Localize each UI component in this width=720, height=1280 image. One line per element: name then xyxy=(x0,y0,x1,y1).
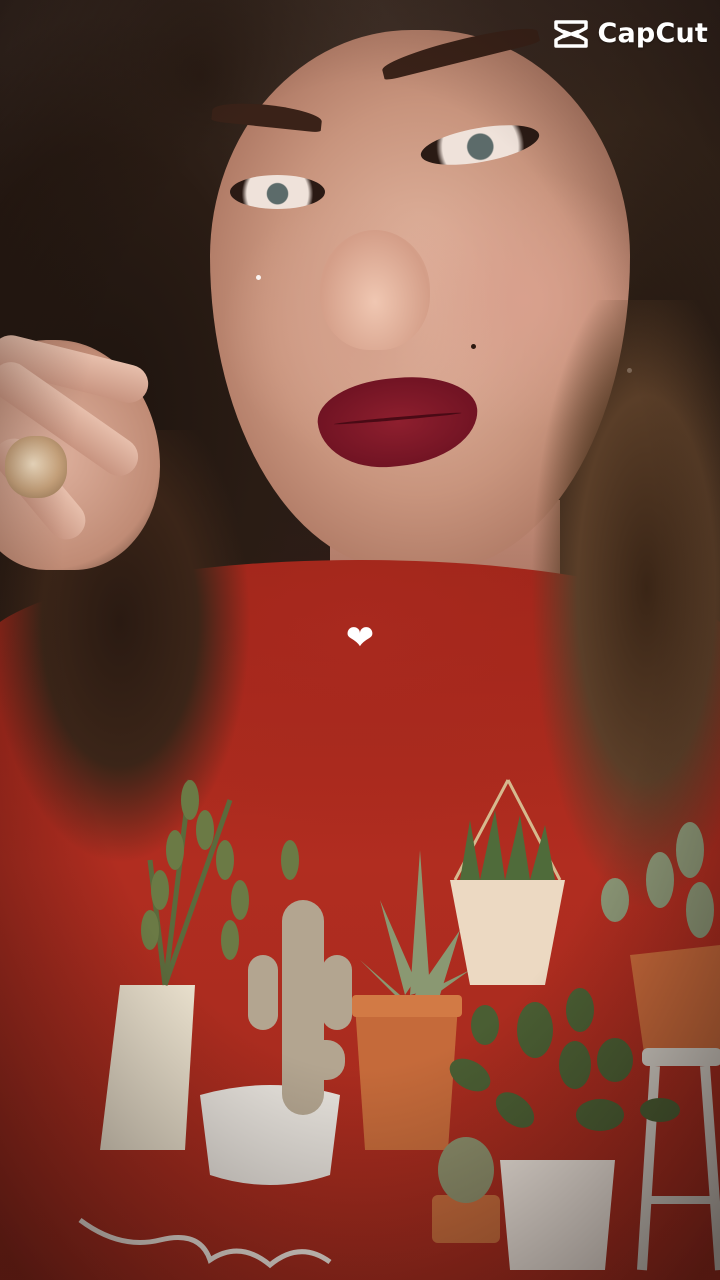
watermark-text: CapCut xyxy=(597,18,708,49)
hanging-planter xyxy=(450,779,565,985)
succulent-pot xyxy=(352,850,470,1150)
shirt-script-lettering xyxy=(78,1217,332,1269)
capcut-logo-icon xyxy=(554,19,589,48)
heart-icon: ❤ xyxy=(345,618,375,658)
ring xyxy=(5,436,67,498)
small-cactus xyxy=(432,1137,500,1243)
capcut-watermark: CapCut xyxy=(553,18,708,49)
